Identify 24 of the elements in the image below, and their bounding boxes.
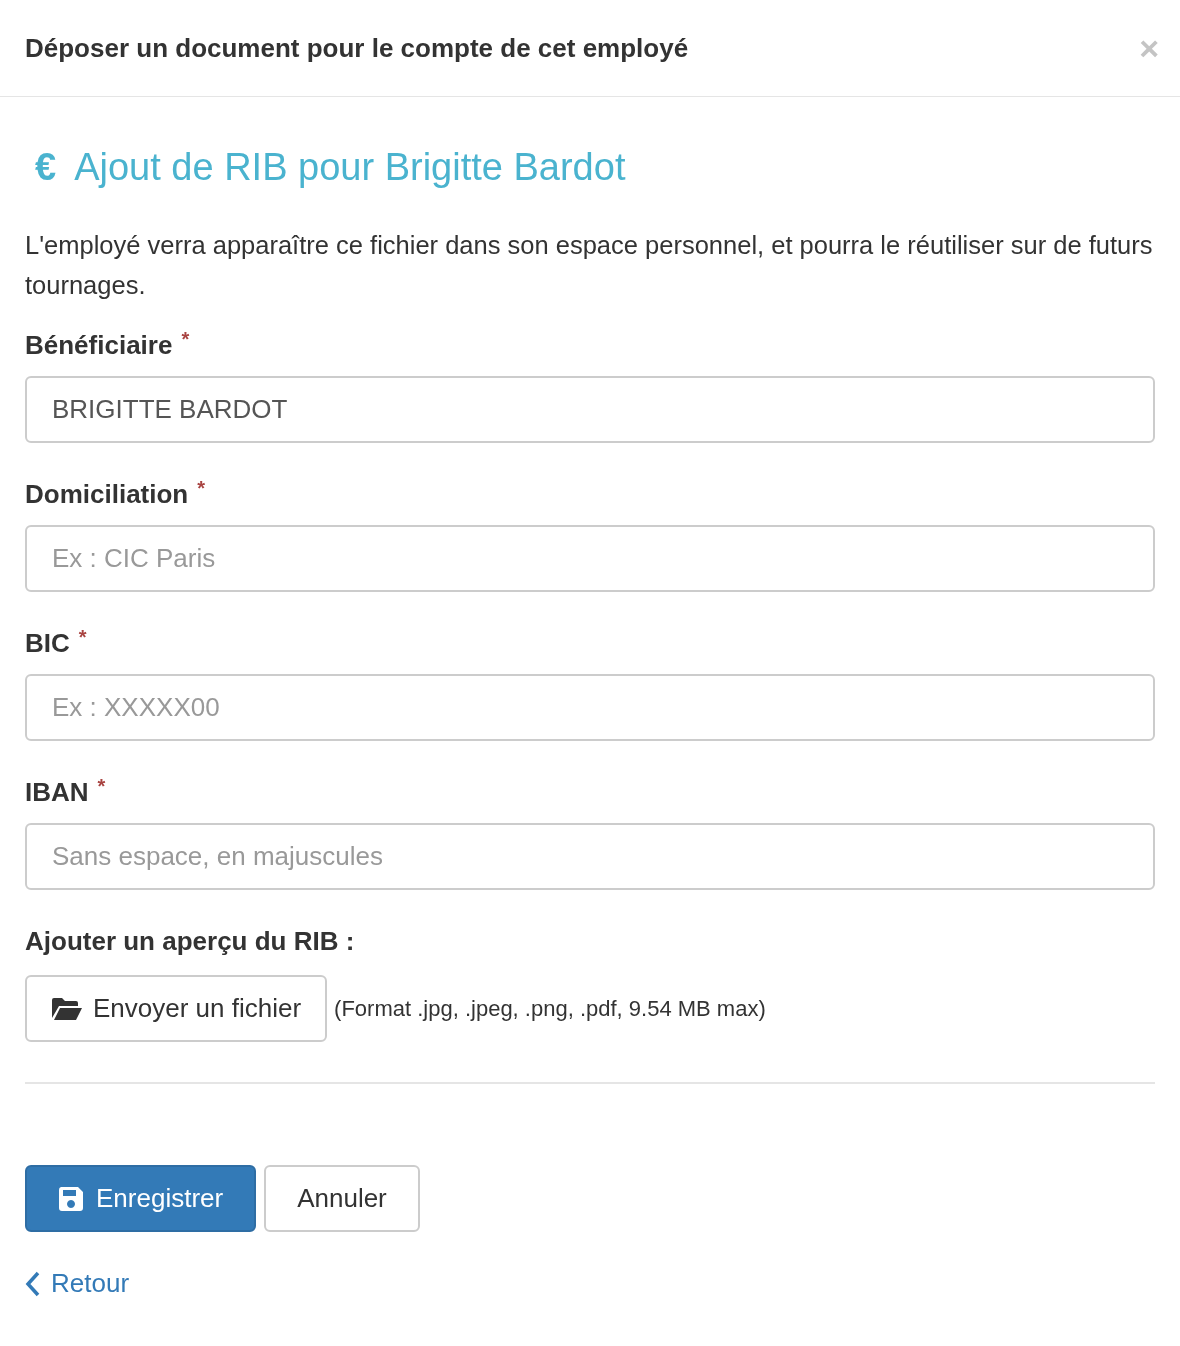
input-field[interactable]: Sans espace, en majuscules (25, 823, 1155, 890)
folder-icon (51, 996, 83, 1021)
input-field[interactable]: Ex : CIC Paris (25, 525, 1155, 592)
required-mark: * (78, 625, 87, 649)
required-mark: * (197, 476, 206, 500)
upload-label: Ajouter un aperçu du RIB : (25, 925, 356, 958)
field-label: IBAN (25, 776, 89, 809)
input-field[interactable]: Ex : XXXXX00 (25, 674, 1155, 741)
modal-title: Déposer un document pour le compte de cet employé (25, 31, 689, 65)
euro-icon: € (35, 145, 57, 189)
description-text: L'employé verra apparaître ce fichier dans son espace personnel, et pourra le réutiliser sur de futurs tournages. (25, 230, 1154, 301)
back-link[interactable]: Retour (25, 1264, 130, 1303)
field-label: Domiciliation (25, 478, 189, 511)
field-label: Bénéficiaire (25, 329, 173, 362)
save-button[interactable]: Enregistrer (25, 1165, 257, 1232)
cancel-button[interactable]: Annuler (264, 1165, 420, 1232)
required-mark: * (97, 774, 106, 798)
input-field[interactable]: BRIGITTE BARDOT (25, 376, 1155, 443)
upload-hint: (Format .jpg, .jpeg, .png, .pdf, 9.54 MB max) (334, 995, 766, 1023)
section-heading: Ajout de RIB pour Brigitte Bardot (74, 145, 626, 189)
required-mark: * (181, 327, 190, 351)
field-label: BIC (25, 627, 70, 660)
chevron-left-icon (25, 1270, 41, 1297)
upload-button[interactable]: Envoyer un fichier (25, 975, 328, 1042)
